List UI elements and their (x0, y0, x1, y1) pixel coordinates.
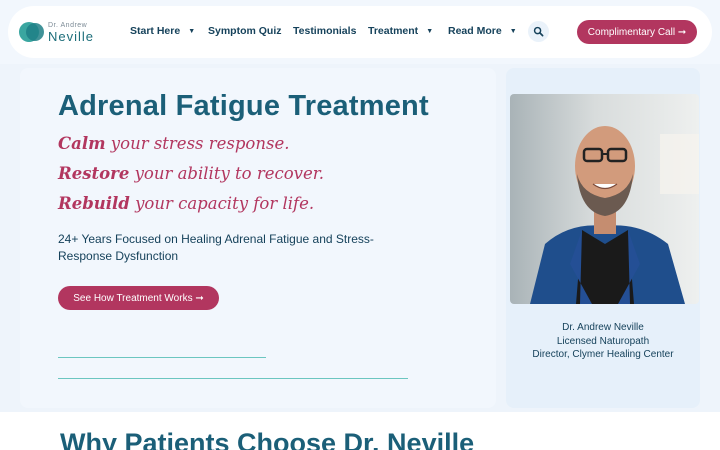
tagline-rest: your ability to recover. (129, 164, 325, 183)
search-icon (533, 26, 544, 37)
caret-down-icon: ▼ (426, 27, 434, 35)
doctor-role: Licensed Naturopath (556, 335, 650, 347)
tagline-bold: Rebuild (58, 194, 130, 213)
nav-label: Treatment (368, 25, 419, 37)
doctor-photo (510, 94, 699, 304)
logo[interactable]: Dr. Andrew Neville (19, 20, 94, 44)
caret-down-icon: ▼ (188, 27, 196, 35)
logo-name: Neville (48, 28, 95, 44)
tagline-bold: Restore (58, 164, 130, 183)
doctor-org: Director, Clymer Healing Center (532, 349, 674, 360)
doctor-name: Dr. Andrew Neville (562, 322, 644, 333)
tagline-rest: your stress response. (105, 134, 290, 153)
tagline-calm: Calm your stress response. (58, 134, 289, 153)
nav-symptom-quiz[interactable]: Symptom Quiz (208, 25, 282, 37)
tagline-restore: Restore your ability to recover. (58, 164, 324, 183)
see-how-treatment-works-button[interactable]: See How Treatment Works ➞ (58, 286, 219, 310)
search-button[interactable] (528, 21, 549, 42)
caret-down-icon: ▼ (509, 27, 517, 35)
nav-treatment[interactable]: Treatment ▼ (368, 25, 433, 37)
nav-label: Read More (448, 25, 502, 37)
tagline-rebuild: Rebuild your capacity for life. (58, 194, 314, 213)
nav-label: Testimonials (293, 25, 357, 37)
nav-start-here[interactable]: Start Here ▼ (130, 25, 195, 37)
hero-subheading: 24+ Years Focused on Healing Adrenal Fat… (58, 232, 374, 263)
logo-small-text: Dr. Andrew (48, 21, 88, 29)
section-title: Why Patients Choose Dr. Neville (60, 428, 475, 450)
divider (58, 357, 266, 358)
nav-label: Symptom Quiz (208, 25, 282, 37)
nav-label: Start Here (130, 25, 181, 37)
logo-icon (19, 20, 45, 44)
nav-testimonials[interactable]: Testimonials (293, 25, 356, 37)
tagline-bold: Calm (58, 134, 106, 153)
nav-read-more[interactable]: Read More ▼ (448, 25, 517, 37)
doctor-caption: Dr. Andrew Neville Licensed Naturopath D… (506, 321, 700, 362)
tagline-rest: your capacity for life. (129, 194, 315, 213)
divider (58, 378, 408, 379)
page-title: Adrenal Fatigue Treatment (58, 90, 429, 122)
complimentary-call-button[interactable]: Complimentary Call ➞ (577, 20, 697, 44)
